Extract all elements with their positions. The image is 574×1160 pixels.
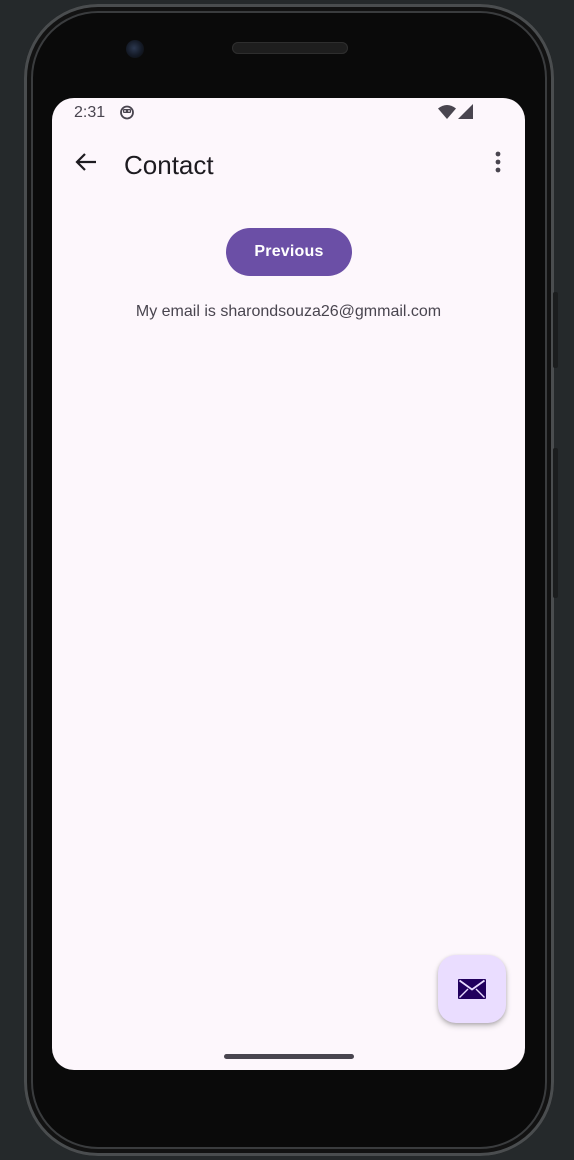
earpiece-speaker [232, 42, 348, 54]
wifi-icon [438, 105, 456, 119]
email-fab[interactable] [438, 955, 506, 1023]
status-time: 2:31 [74, 104, 106, 121]
android-notification-icon [120, 105, 134, 120]
volume-button [553, 448, 558, 598]
status-bar: 2:31 [52, 98, 525, 128]
more-vert-icon [495, 151, 501, 173]
gesture-navigation-bar[interactable] [224, 1054, 354, 1059]
front-camera [126, 40, 144, 58]
page-title: Contact [124, 150, 214, 180]
top-app-bar: Contact [52, 136, 525, 196]
app-screen: 2:31 Contact Previous My email is sharon… [52, 98, 525, 1070]
previous-button[interactable]: Previous [226, 228, 352, 276]
arrow-back-icon [75, 153, 96, 171]
cell-signal-icon [458, 104, 473, 119]
email-text: My email is sharondsouza26@gmmail.com [135, 303, 442, 320]
power-button [553, 292, 558, 368]
email-icon [458, 979, 486, 999]
overflow-menu-button[interactable] [478, 142, 518, 182]
back-button[interactable] [66, 142, 106, 182]
